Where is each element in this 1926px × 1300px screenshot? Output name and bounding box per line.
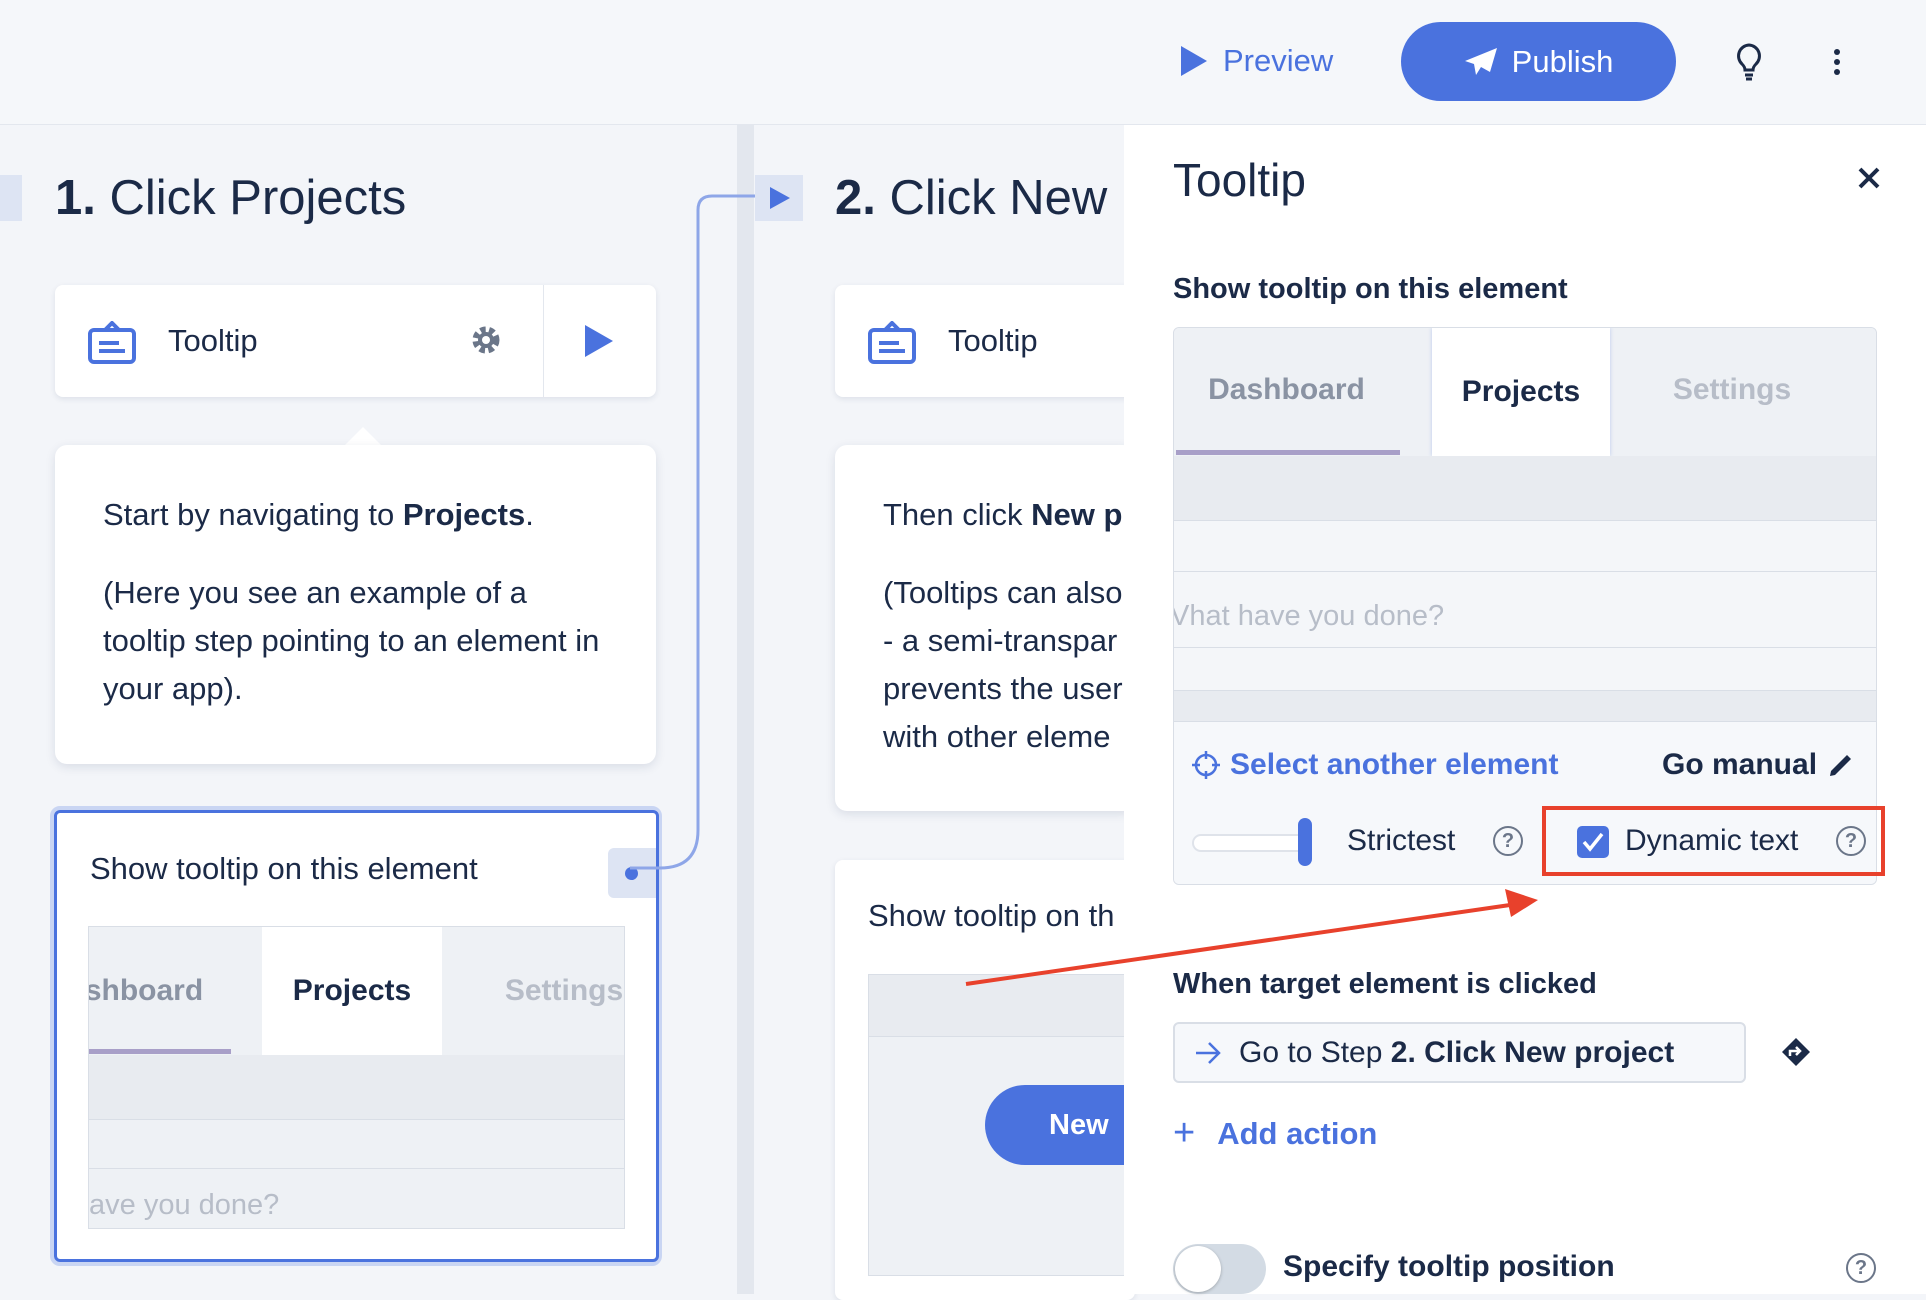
bubble-line: - a semi-transpar bbox=[883, 623, 1118, 658]
bubble-pointer bbox=[343, 427, 383, 447]
step-2-tooltip-bubble[interactable]: Then click New p (Tooltips can also - a … bbox=[835, 445, 1135, 811]
step-number: 2. bbox=[835, 171, 876, 225]
tooltip-icon bbox=[868, 321, 916, 364]
go-manual-button[interactable]: Go manual bbox=[1662, 748, 1855, 782]
select-another-element-link[interactable]: Select another element bbox=[1192, 748, 1558, 782]
text: Then click bbox=[883, 497, 1032, 532]
tab-underline bbox=[1176, 450, 1400, 455]
bubble-line: prevents the user bbox=[883, 671, 1123, 706]
bold-text: Projects bbox=[402, 497, 526, 532]
mini-tab-dashboard: shboard bbox=[88, 974, 204, 1007]
step-1-tooltip-bubble[interactable]: Start by navigating to Projects. (Here y… bbox=[55, 445, 656, 764]
pencil-icon bbox=[1830, 755, 1852, 776]
add-action-label: Add action bbox=[1217, 1115, 1378, 1151]
close-icon[interactable] bbox=[1858, 167, 1880, 189]
element-preview: New bbox=[868, 974, 1148, 1276]
action-prefix: Go to Step bbox=[1239, 1035, 1391, 1069]
element-label: Show tooltip on this element bbox=[90, 851, 478, 886]
strictness-slider-handle[interactable] bbox=[1298, 818, 1312, 866]
step-type-label: Tooltip bbox=[948, 323, 1038, 358]
element-preview: shboard Projects Settings ave you done? bbox=[88, 926, 625, 1229]
step-title-text: Click Projects bbox=[109, 171, 407, 225]
tooltip-settings-panel: Tooltip Show tooltip on this element Das… bbox=[1124, 125, 1926, 1294]
select-another-label: Select another element bbox=[1230, 748, 1559, 781]
bubble-text-2: (Here you see an example of a tooltip st… bbox=[103, 575, 600, 706]
add-action-button[interactable]: + Add action bbox=[1173, 1112, 1377, 1155]
preview-tab-settings: Settings bbox=[1672, 373, 1792, 406]
arrow-right-icon bbox=[1196, 1041, 1221, 1064]
panel-title: Tooltip bbox=[1173, 154, 1306, 206]
bold-text: New p bbox=[1031, 497, 1123, 532]
kebab-menu-icon[interactable] bbox=[1832, 48, 1842, 81]
action-go-to-step[interactable]: Go to Step 2. Click New project bbox=[1173, 1022, 1746, 1083]
step-type-label: Tooltip bbox=[168, 323, 258, 358]
step-connector-line bbox=[630, 194, 775, 870]
help-icon[interactable]: ? bbox=[1846, 1253, 1876, 1283]
specify-position-toggle[interactable] bbox=[1173, 1244, 1266, 1294]
step-2-type-card[interactable]: Tooltip bbox=[835, 285, 1135, 397]
bubble-line: (Tooltips can also bbox=[883, 575, 1123, 610]
element-preview: Dashboard Projects Settings Vhat have yo… bbox=[1173, 327, 1877, 885]
bubble-text: Then click New p bbox=[883, 491, 1122, 539]
preview-placeholder: Vhat have you done? bbox=[1173, 600, 1445, 632]
preview-button[interactable]: Preview bbox=[1179, 38, 1333, 84]
publish-label: Publish bbox=[1511, 43, 1614, 79]
preview-tab-projects: Projects bbox=[1432, 328, 1610, 456]
paper-plane-icon bbox=[1464, 47, 1497, 75]
text: . bbox=[525, 497, 534, 532]
bubble-text: Start by navigating to Projects. bbox=[103, 491, 608, 539]
mini-tab-projects: Projects bbox=[262, 927, 442, 1055]
annotation-highlight-box bbox=[1542, 806, 1885, 876]
strictness-label: Strictest bbox=[1347, 824, 1456, 857]
step-1-element-card[interactable]: Show tooltip on this element shboard Pro… bbox=[54, 810, 659, 1262]
gear-icon[interactable] bbox=[469, 323, 503, 357]
bubble-line: with other eleme bbox=[883, 719, 1111, 754]
step-marker bbox=[0, 175, 22, 221]
element-label: Show tooltip on th bbox=[868, 898, 1115, 933]
action-target: 2. Click New project bbox=[1390, 1035, 1675, 1069]
preview-label: Preview bbox=[1223, 43, 1334, 78]
directions-icon[interactable] bbox=[1781, 1037, 1811, 1067]
help-icon[interactable]: ? bbox=[1493, 826, 1523, 856]
section-label: Show tooltip on this element bbox=[1173, 273, 1568, 305]
mini-placeholder: ave you done? bbox=[89, 1189, 280, 1221]
step-1-title[interactable]: 1. Click Projects bbox=[55, 170, 406, 226]
step-title-text: Click New p bbox=[889, 171, 1125, 225]
play-icon[interactable] bbox=[583, 323, 615, 359]
step-2-element-card[interactable]: Show tooltip on th New bbox=[835, 860, 1148, 1300]
action-text: Go to Step 2. Click New project bbox=[1239, 1036, 1674, 1070]
strictness-slider[interactable] bbox=[1192, 834, 1307, 852]
step-marker-arrow bbox=[755, 175, 803, 221]
text: Start by navigating to bbox=[103, 497, 403, 532]
step-2-title[interactable]: 2. Click New p bbox=[835, 170, 1124, 226]
publish-button[interactable]: Publish bbox=[1401, 22, 1676, 101]
go-manual-label: Go manual bbox=[1662, 748, 1818, 781]
tooltip-icon bbox=[88, 321, 136, 364]
crosshair-icon bbox=[1192, 751, 1220, 779]
lightbulb-icon[interactable] bbox=[1733, 42, 1765, 87]
tab-underline bbox=[89, 1049, 231, 1054]
specify-position-label: Specify tooltip position bbox=[1283, 1250, 1615, 1283]
mini-tab-settings: Settings bbox=[504, 974, 624, 1007]
step-number: 1. bbox=[55, 171, 96, 225]
when-clicked-label: When target element is clicked bbox=[1173, 968, 1597, 1000]
play-icon bbox=[1181, 46, 1207, 76]
card-divider bbox=[543, 285, 544, 397]
preview-tab-dashboard: Dashboard bbox=[1208, 373, 1365, 406]
step-1-type-card[interactable]: Tooltip bbox=[55, 285, 656, 397]
plus-icon: + bbox=[1173, 1112, 1196, 1154]
